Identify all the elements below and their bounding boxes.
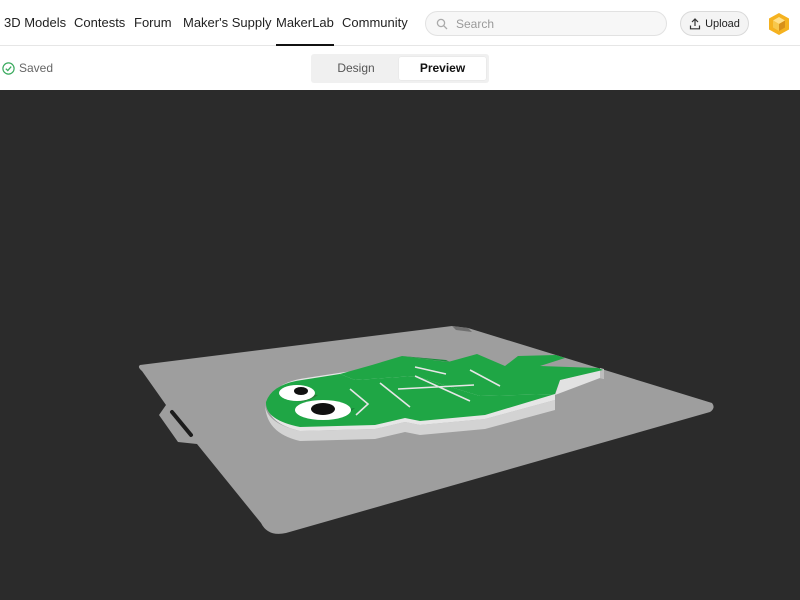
hexagon-logo-icon[interactable] bbox=[767, 12, 791, 36]
saved-label: Saved bbox=[19, 61, 54, 75]
search-box[interactable] bbox=[425, 11, 667, 36]
top-navigation: 3D Models Contests Forum Maker's Supply … bbox=[0, 0, 800, 46]
nav-3d-models[interactable]: 3D Models bbox=[4, 0, 66, 46]
search-icon bbox=[436, 18, 448, 30]
check-circle-icon bbox=[2, 61, 15, 75]
upload-button[interactable]: Upload bbox=[680, 11, 749, 36]
search-input[interactable] bbox=[456, 12, 656, 35]
nav-contests[interactable]: Contests bbox=[74, 0, 125, 46]
nav-community[interactable]: Community bbox=[342, 0, 408, 46]
tab-preview[interactable]: Preview bbox=[399, 57, 486, 80]
build-plate-scene bbox=[138, 326, 714, 534]
tab-design[interactable]: Design bbox=[314, 57, 398, 80]
upload-icon bbox=[689, 17, 701, 29]
nav-forum[interactable]: Forum bbox=[134, 0, 172, 46]
nav-makerlab[interactable]: MakerLab bbox=[276, 0, 334, 46]
upload-label: Upload bbox=[705, 17, 740, 30]
nav-makers-supply[interactable]: Maker's Supply bbox=[183, 0, 271, 46]
view-mode-toggle: Design Preview bbox=[311, 54, 489, 83]
saved-status: Saved bbox=[2, 61, 53, 75]
3d-preview-viewport[interactable] bbox=[0, 90, 800, 600]
